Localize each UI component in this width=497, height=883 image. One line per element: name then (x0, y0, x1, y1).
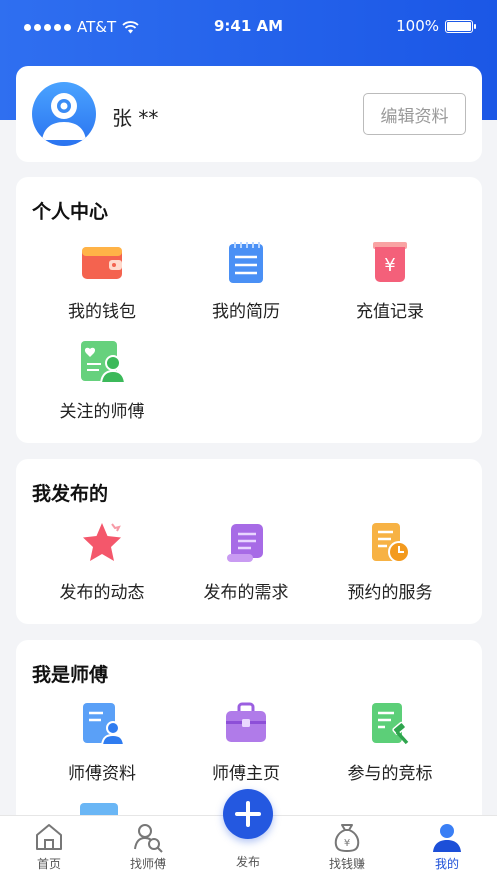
my-resume-item[interactable]: 我的简历 (171, 239, 321, 322)
battery-icon (445, 19, 476, 33)
tab-earn-label: 找钱赚 (328, 857, 365, 871)
bid-icon (372, 703, 409, 745)
toolbox-icon (226, 702, 266, 742)
master-profile-item[interactable]: 师傅资料 (27, 701, 177, 784)
posted-demands-label: 发布的需求 (203, 583, 289, 603)
tab-earn[interactable]: ¥ 找钱赚 (302, 816, 392, 872)
appointment-icon (372, 523, 410, 563)
master-homepage-label: 师傅主页 (212, 764, 280, 784)
posted-demands-item[interactable]: 发布的需求 (171, 520, 321, 603)
tab-mine-label: 我的 (434, 857, 459, 871)
status-bar: AT&T 9:41 AM 100% (0, 0, 497, 54)
personal-center-card: 个人中心 我的钱包 我的简历 ¥ 充值记录 关注的师傅 (16, 177, 482, 443)
joined-bids-label: 参与的竞标 (347, 764, 433, 784)
battery-label: 100% (396, 17, 439, 35)
my-posts-card: 我发布的 发布的动态 发布的需求 预约的服务 (16, 459, 482, 624)
tab-home[interactable]: 首页 (4, 816, 94, 872)
money-bag-icon: ¥ (334, 824, 360, 853)
posted-moments-label: 发布的动态 (59, 583, 145, 603)
wallet-icon (82, 247, 122, 279)
recharge-record-item[interactable]: ¥ 充值记录 (315, 239, 465, 322)
tab-mine[interactable]: 我的 (402, 816, 492, 872)
my-wallet-item[interactable]: 我的钱包 (27, 239, 177, 322)
profile-card: 张 ** 编辑资料 (16, 66, 482, 162)
battery-info: 100% (396, 17, 476, 35)
find-master-icon (134, 824, 163, 853)
booked-services-item[interactable]: 预约的服务 (315, 520, 465, 603)
svg-text:¥: ¥ (384, 255, 395, 276)
publish-button[interactable] (223, 789, 273, 839)
my-posts-title: 我发布的 (32, 483, 109, 505)
home-icon (36, 824, 62, 850)
recharge-record-label: 充值记录 (356, 302, 424, 322)
recharge-record-icon: ¥ (373, 242, 407, 282)
tab-home-label: 首页 (36, 857, 61, 871)
tab-find-master[interactable]: 找师傅 (103, 816, 193, 872)
personal-center-title: 个人中心 (32, 201, 109, 223)
next-item-icon-partial (80, 803, 118, 815)
tab-find-master-label: 找师傅 (129, 857, 166, 871)
avatar[interactable] (32, 82, 96, 146)
user-icon (433, 824, 461, 852)
plus-icon (235, 801, 261, 827)
publish-label: 发布 (235, 855, 260, 869)
booked-services-label: 预约的服务 (347, 583, 433, 603)
posted-moments-item[interactable]: 发布的动态 (27, 520, 177, 603)
master-homepage-item[interactable]: 师傅主页 (171, 701, 321, 784)
followed-masters-icon (81, 341, 127, 384)
joined-bids-item[interactable]: 参与的竞标 (315, 701, 465, 784)
my-wallet-label: 我的钱包 (68, 302, 136, 322)
i-am-master-title: 我是师傅 (32, 664, 109, 686)
followed-masters-item[interactable]: 关注的师傅 (27, 339, 177, 422)
username: 张 ** (112, 106, 159, 130)
resume-icon (229, 242, 263, 283)
svg-text:¥: ¥ (344, 838, 350, 849)
profile-doc-icon (83, 703, 125, 746)
edit-profile-button[interactable]: 编辑资料 (363, 93, 466, 135)
avatar-person-icon (42, 93, 86, 140)
master-profile-label: 师傅资料 (68, 764, 136, 784)
scroll-icon (227, 524, 263, 562)
my-resume-label: 我的简历 (212, 302, 280, 322)
followed-masters-label: 关注的师傅 (59, 402, 145, 422)
star-icon (83, 523, 121, 561)
